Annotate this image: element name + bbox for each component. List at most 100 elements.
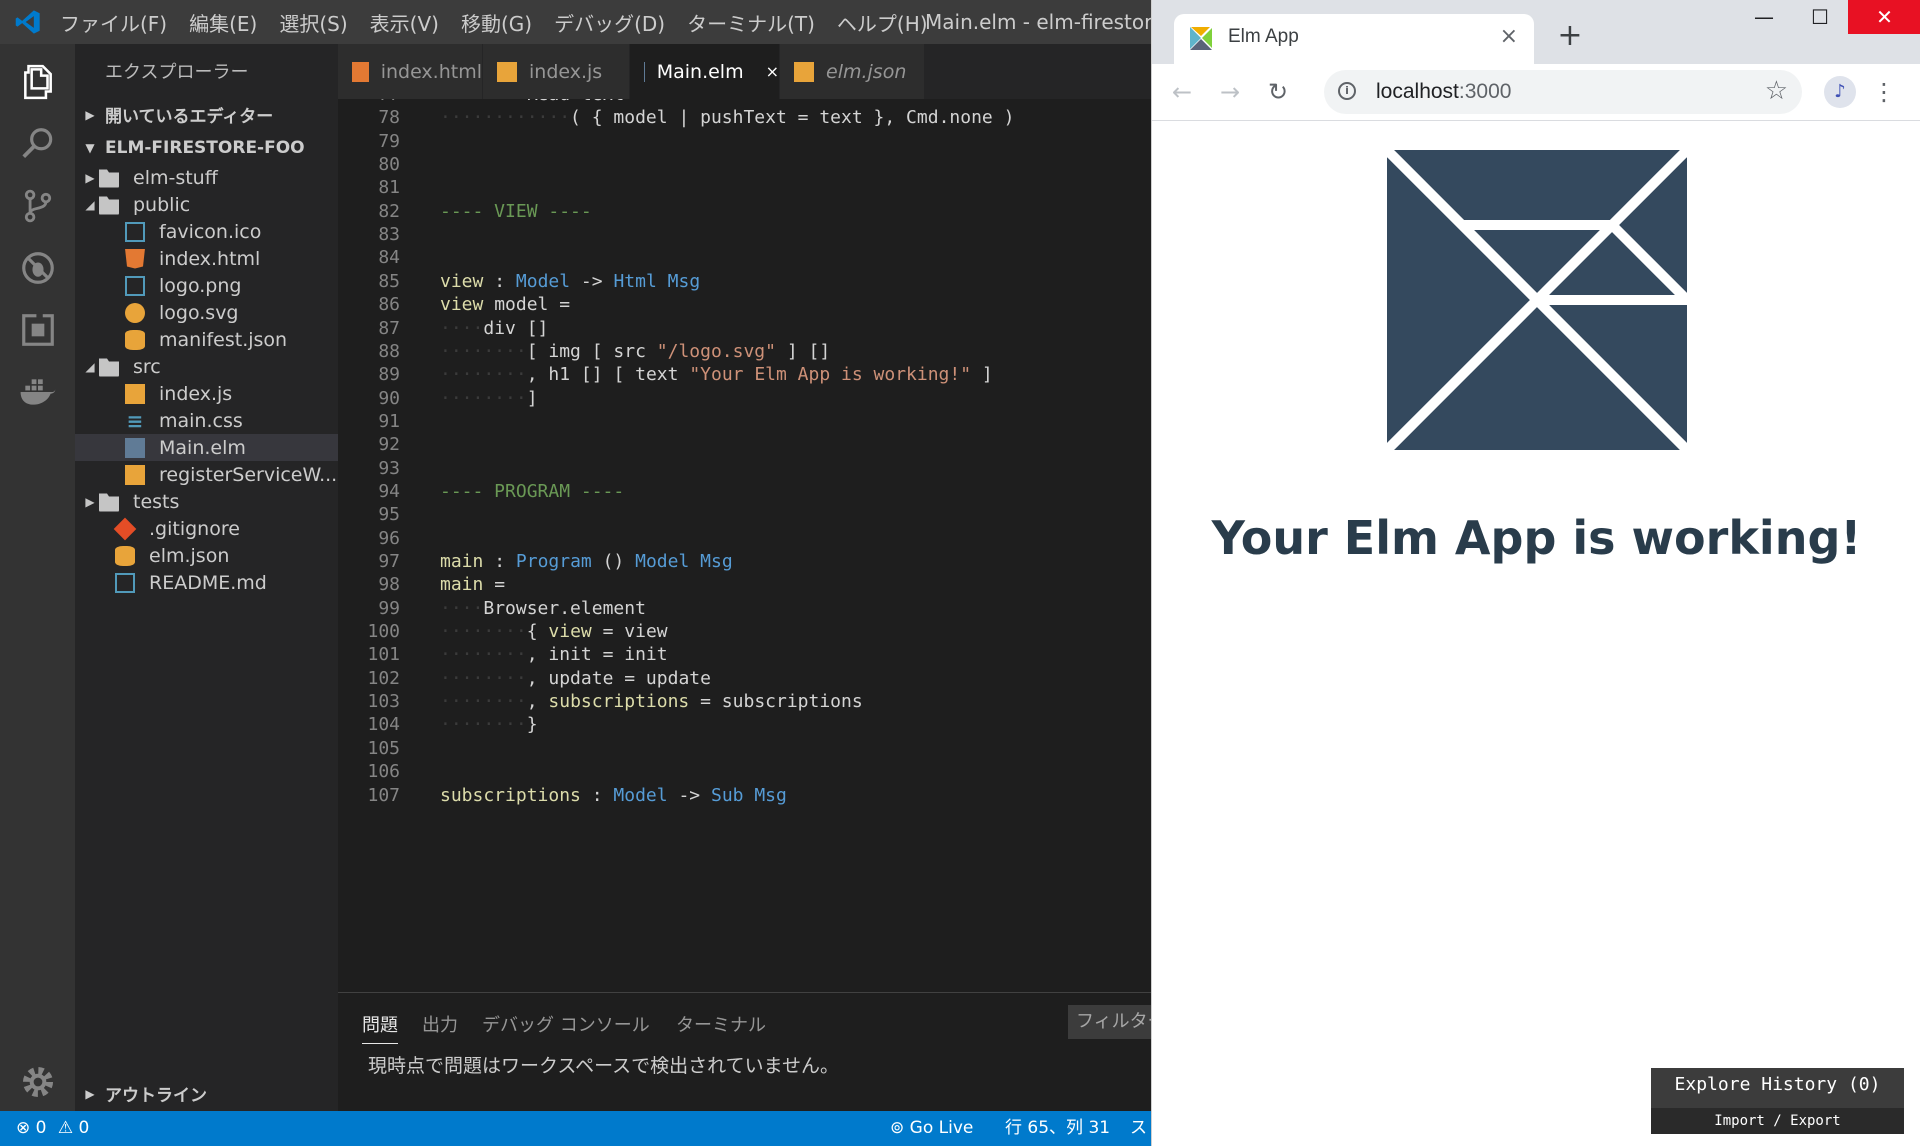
import-export-button[interactable]: Import / Export (1651, 1108, 1904, 1134)
tree-item[interactable]: ▶ elm-stuff (75, 164, 338, 191)
code-line[interactable]: ············( { model | pushText = text … (440, 104, 1014, 132)
tree-item[interactable]: ◢ public (75, 191, 338, 218)
folder-file-icon (99, 358, 119, 377)
editor-tab[interactable]: elm.json (780, 44, 925, 99)
problems-status[interactable]: ⊗ 0 ⚠ 0 (16, 1111, 89, 1146)
tree-item[interactable]: ◢ src (75, 353, 338, 380)
tree-item[interactable]: registerServiceW... (75, 461, 338, 488)
url-text: localhost:3000 (1376, 80, 1512, 103)
folder-file-icon (99, 196, 119, 215)
extension-icon[interactable]: ♪ (1824, 76, 1856, 108)
html-file-icon (352, 61, 369, 82)
page-content: Your Elm App is working! (1152, 121, 1920, 1146)
json-file-icon (125, 329, 145, 350)
tree-item[interactable]: README.md (75, 569, 338, 596)
tree-item-label: index.html (159, 247, 261, 270)
filter-input[interactable]: フィルター (1068, 1005, 1151, 1039)
status-extra[interactable]: ス (1130, 1111, 1147, 1146)
tree-item[interactable]: favicon.ico (75, 218, 338, 245)
editor-tab[interactable]: index.js (483, 44, 630, 99)
address-bar[interactable]: i localhost:3000 ☆ (1324, 70, 1802, 114)
tab-problems[interactable]: 問題 (362, 1011, 398, 1044)
menu-item[interactable]: デバッグ(D) (554, 8, 665, 37)
tree-item-label: src (133, 355, 161, 378)
chevron-down-icon: ◢ (85, 197, 95, 212)
close-window-button[interactable]: ✕ (1848, 0, 1920, 34)
menu-item[interactable]: ファイル(F) (60, 8, 167, 37)
tab-output[interactable]: 出力 (422, 1011, 458, 1037)
maximize-button[interactable]: ☐ (1792, 0, 1848, 34)
editor-tab[interactable]: Main.elm × (630, 44, 780, 99)
tree-item-label: elm.json (149, 544, 230, 567)
menu-item[interactable]: ターミナル(T) (687, 8, 815, 37)
gear-icon[interactable] (0, 1044, 75, 1119)
tree-item-label: public (133, 193, 191, 216)
tree-item-label: registerServiceW... (159, 463, 338, 486)
md-file-icon (115, 572, 135, 593)
forward-icon[interactable]: → (1212, 74, 1248, 110)
tree-item-label: logo.svg (159, 301, 239, 324)
tree-item[interactable]: index.js (75, 380, 338, 407)
tab-debug-console[interactable]: デバッグ コンソール (482, 1011, 650, 1037)
go-live-button[interactable]: ⊚ Go Live (890, 1111, 973, 1146)
browser-tab[interactable]: Elm App × (1174, 14, 1534, 64)
code-line[interactable]: ········} (440, 711, 538, 739)
elm-logo (1387, 150, 1687, 450)
vscode-logo-icon (15, 10, 40, 34)
tree-item[interactable]: ▶ tests (75, 488, 338, 515)
page-heading: Your Elm App is working! (1211, 511, 1862, 565)
tab-terminal[interactable]: ターミナル (676, 1011, 766, 1037)
status-bar: ⊗ 0 ⚠ 0 ⊚ Go Live 行 65、列 31 ス (0, 1111, 1151, 1146)
tree-item[interactable]: logo.svg (75, 299, 338, 326)
img-file-icon (125, 275, 145, 296)
menu-item[interactable]: 表示(V) (370, 8, 439, 37)
elm-file-icon (125, 437, 145, 458)
cursor-position[interactable]: 行 65、列 31 (1005, 1111, 1110, 1146)
menu-item[interactable]: 移動(G) (461, 8, 532, 37)
tree-item[interactable]: manifest.json (75, 326, 338, 353)
code-line[interactable]: ---- VIEW ---- (440, 198, 592, 226)
info-icon[interactable]: i (1338, 82, 1356, 100)
menu-item[interactable]: 選択(S) (279, 8, 347, 37)
broadcast-icon: ⊚ (890, 1118, 905, 1138)
code-line[interactable]: ········] (440, 385, 538, 413)
tab-strip: Elm App × + — ☐ ✕ (1152, 0, 1920, 64)
code-line[interactable]: ---- PROGRAM ---- (440, 478, 624, 506)
menu-item[interactable]: 編集(E) (189, 8, 257, 37)
elm-file-icon (644, 61, 645, 82)
tree-item[interactable]: logo.png (75, 272, 338, 299)
explore-history-button[interactable]: Explore History (0) (1651, 1074, 1904, 1095)
open-editors-section[interactable]: ▶ 開いているエディター (75, 98, 338, 131)
elm-favicon-icon (1190, 27, 1212, 50)
elm-debugger-overlay[interactable]: Explore History (0) Import / Export (1651, 1068, 1904, 1134)
reload-icon[interactable]: ↻ (1260, 74, 1296, 110)
chevron-right-icon: ▶ (85, 170, 95, 185)
menu-item[interactable]: ヘルプ(H) (837, 8, 928, 37)
outline-section[interactable]: ▶ アウトライン (75, 1077, 338, 1110)
tree-item-label: tests (133, 490, 180, 513)
editor-tab[interactable]: index.html (338, 44, 483, 99)
tree-item-label: main.css (159, 409, 243, 432)
close-tab-icon[interactable]: × (1500, 24, 1518, 49)
tree-item[interactable]: Main.elm (75, 434, 338, 461)
svg-file-icon (125, 302, 145, 323)
code-line[interactable]: subscriptions : Model -> Sub Msg (440, 782, 787, 810)
minimize-button[interactable]: — (1736, 0, 1792, 34)
problems-message: 現時点で問題はワークスペースで検出されていません。 (368, 1055, 840, 1077)
close-icon[interactable]: × (766, 62, 779, 81)
docker-icon[interactable] (0, 354, 75, 429)
tree-item[interactable]: ≡ main.css (75, 407, 338, 434)
tree-item[interactable]: .gitignore (75, 515, 338, 542)
bookmark-star-icon[interactable]: ☆ (1765, 76, 1788, 106)
tree-item[interactable]: elm.json (75, 542, 338, 569)
back-icon[interactable]: ← (1164, 74, 1200, 110)
tree-item[interactable]: index.html (75, 245, 338, 272)
tab-label: elm.json (826, 60, 907, 83)
new-tab-button[interactable]: + (1552, 18, 1588, 54)
code-editor[interactable]: 77········Read text ->78············( { … (338, 99, 1151, 992)
line-number: 107 (367, 784, 400, 806)
menu-kebab-icon[interactable]: ⋮ (1872, 74, 1896, 110)
json-file-icon (115, 545, 135, 566)
project-section[interactable]: ▼ ELM-FIRESTORE-FOO (75, 131, 338, 164)
chevron-right-icon: ▶ (85, 107, 95, 122)
